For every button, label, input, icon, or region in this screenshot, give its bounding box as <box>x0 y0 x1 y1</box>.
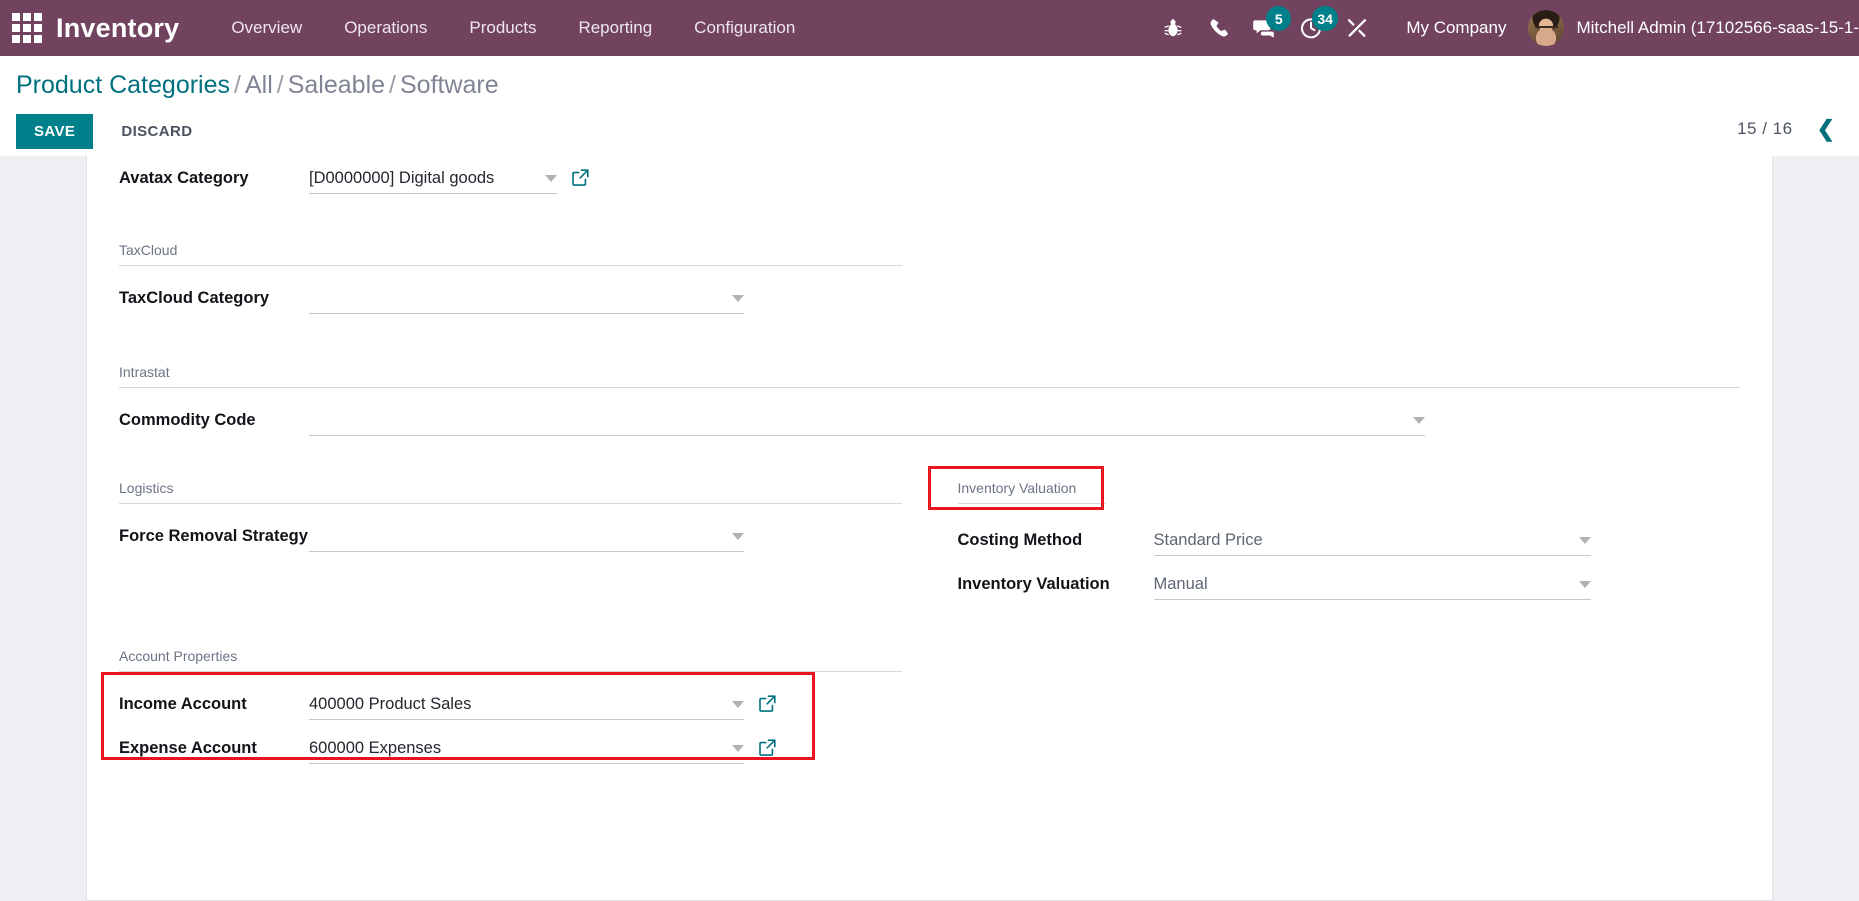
external-link-icon[interactable] <box>758 694 777 718</box>
avatax-category-label: Avatax Category <box>119 169 249 188</box>
field-row-inventory-valuation: Inventory Valuation Manual <box>958 562 1713 600</box>
app-brand-inventory[interactable]: Inventory <box>56 13 179 44</box>
logistics-valuation-row: Logistics Force Removal Strategy Invento… <box>119 466 1741 606</box>
field-row-avatax-category: Avatax Category [D0000000] Digital goods <box>119 156 902 194</box>
income-account-value: 400000 Product Sales <box>309 695 472 713</box>
breadcrumb-separator-3: / <box>389 71 396 99</box>
account-properties-group: Account Properties Income Account 400000… <box>101 648 930 770</box>
menu-products[interactable]: Products <box>455 12 550 44</box>
taxcloud-category-label: TaxCloud Category <box>119 289 270 308</box>
breadcrumb: Product Categories / All / Saleable / Software <box>16 71 1837 100</box>
breadcrumb-current: Software <box>399 71 499 99</box>
form-sheet-wrapper: Avatax Category [D0000000] Digital goods <box>0 156 1859 901</box>
user-name: Mitchell Admin (17102566-saas-15-1- <box>1576 18 1859 37</box>
inventory-valuation-value: Manual <box>1153 575 1208 593</box>
inventory-valuation-label: Inventory Valuation <box>957 575 1110 594</box>
company-switcher[interactable]: My Company <box>1380 18 1528 38</box>
breadcrumb-item-all[interactable]: All <box>245 71 273 99</box>
discard-button[interactable]: DISCARD <box>103 114 210 149</box>
field-row-taxcloud-category: TaxCloud Category <box>119 276 902 314</box>
chevron-down-icon[interactable] <box>1413 417 1425 424</box>
user-menu[interactable]: Mitchell Admin (17102566-saas-15-1- <box>1528 10 1859 46</box>
expense-account-value: 600000 Expenses <box>309 739 442 757</box>
account-properties-row: Account Properties Income Account 400000… <box>101 648 1740 770</box>
costing-method-input[interactable]: Standard Price <box>1153 528 1591 556</box>
chevron-down-icon[interactable] <box>732 701 744 708</box>
breadcrumb-root[interactable]: Product Categories <box>16 71 230 99</box>
avatax-category-value: [D0000000] Digital goods <box>309 169 495 187</box>
income-account-label: Income Account <box>119 695 247 714</box>
inventory-valuation-group-title: Inventory Valuation <box>957 480 1106 504</box>
pager-count: 15 / 16 <box>1737 119 1793 138</box>
logistics-group-title: Logistics <box>119 480 902 504</box>
field-row-costing-method: Costing Method Standard Price <box>958 518 1713 556</box>
inventory-valuation-group: Inventory Valuation Costing Method Stand… <box>927 466 1741 606</box>
control-panel: Product Categories / All / Saleable / Software… <box>0 56 1859 156</box>
messages-icon[interactable]: 5 <box>1242 0 1292 56</box>
taxcloud-group: TaxCloud TaxCloud Category <box>119 242 1740 320</box>
income-account-input[interactable]: 400000 Product Sales <box>309 692 744 720</box>
chevron-down-icon[interactable] <box>545 175 557 182</box>
phone-icon[interactable] <box>1196 0 1242 56</box>
save-button[interactable]: SAVE <box>16 113 94 149</box>
activities-clock-icon[interactable]: 34 <box>1288 0 1338 56</box>
field-row-income-account: Income Account 400000 Product Sales <box>119 682 902 720</box>
menu-reporting[interactable]: Reporting <box>564 12 666 44</box>
form-content: Avatax Category [D0000000] Digital goods <box>87 156 1772 770</box>
account-properties-group-title: Account Properties <box>119 648 902 672</box>
taxcloud-category-input[interactable] <box>309 286 744 314</box>
navbar-right-tools: 5 34 My Company Mitchell Admin (17102566… <box>1150 0 1859 56</box>
external-link-icon[interactable] <box>758 738 777 762</box>
record-action-buttons: SAVE DISCARD <box>16 113 1837 149</box>
menu-operations[interactable]: Operations <box>330 12 441 44</box>
breadcrumb-separator-2: / <box>276 71 284 99</box>
chevron-down-icon[interactable] <box>732 533 744 540</box>
apps-grid-icon[interactable] <box>10 11 44 45</box>
commodity-code-label: Commodity Code <box>119 411 256 430</box>
inventory-valuation-input[interactable]: Manual <box>1153 572 1591 600</box>
force-removal-strategy-label: Force Removal Strategy <box>119 527 308 546</box>
field-row-force-removal-strategy: Force Removal Strategy <box>119 514 902 552</box>
intrastat-group: Intrastat Commodity Code <box>119 364 1740 436</box>
intrastat-group-title: Intrastat <box>119 364 1740 388</box>
breadcrumb-separator-1: / <box>234 71 241 99</box>
chevron-down-icon[interactable] <box>732 295 744 302</box>
top-navbar: Inventory Overview Operations Products R… <box>0 0 1859 56</box>
menu-overview[interactable]: Overview <box>217 12 316 44</box>
chevron-down-icon[interactable] <box>732 745 744 752</box>
avatax-group: Avatax Category [D0000000] Digital goods <box>119 156 1740 200</box>
avatar <box>1528 10 1565 46</box>
taxcloud-group-title: TaxCloud <box>119 242 902 266</box>
chevron-down-icon[interactable] <box>1578 537 1591 544</box>
avatax-category-input[interactable]: [D0000000] Digital goods <box>309 166 557 194</box>
field-row-commodity-code: Commodity Code <box>119 398 1740 436</box>
record-pager: 15 / 16 ❮ <box>1737 116 1841 142</box>
expense-account-label: Expense Account <box>119 739 257 758</box>
breadcrumb-item-saleable[interactable]: Saleable <box>288 71 385 99</box>
force-removal-strategy-input[interactable] <box>309 524 744 552</box>
chevron-left-icon[interactable]: ❮ <box>1811 116 1841 142</box>
costing-method-value: Standard Price <box>1153 531 1263 549</box>
bug-icon[interactable] <box>1150 0 1196 56</box>
field-row-expense-account: Expense Account 600000 Expenses <box>119 726 902 764</box>
menu-configuration[interactable]: Configuration <box>680 12 809 44</box>
form-sheet: Avatax Category [D0000000] Digital goods <box>86 156 1773 901</box>
chevron-down-icon[interactable] <box>1578 581 1591 588</box>
costing-method-label: Costing Method <box>957 531 1083 550</box>
tools-icon[interactable] <box>1334 0 1380 56</box>
expense-account-input[interactable]: 600000 Expenses <box>309 736 744 764</box>
logistics-group: Logistics Force Removal Strategy <box>119 480 930 606</box>
external-link-icon[interactable] <box>571 168 590 192</box>
commodity-code-input[interactable] <box>309 408 1425 436</box>
